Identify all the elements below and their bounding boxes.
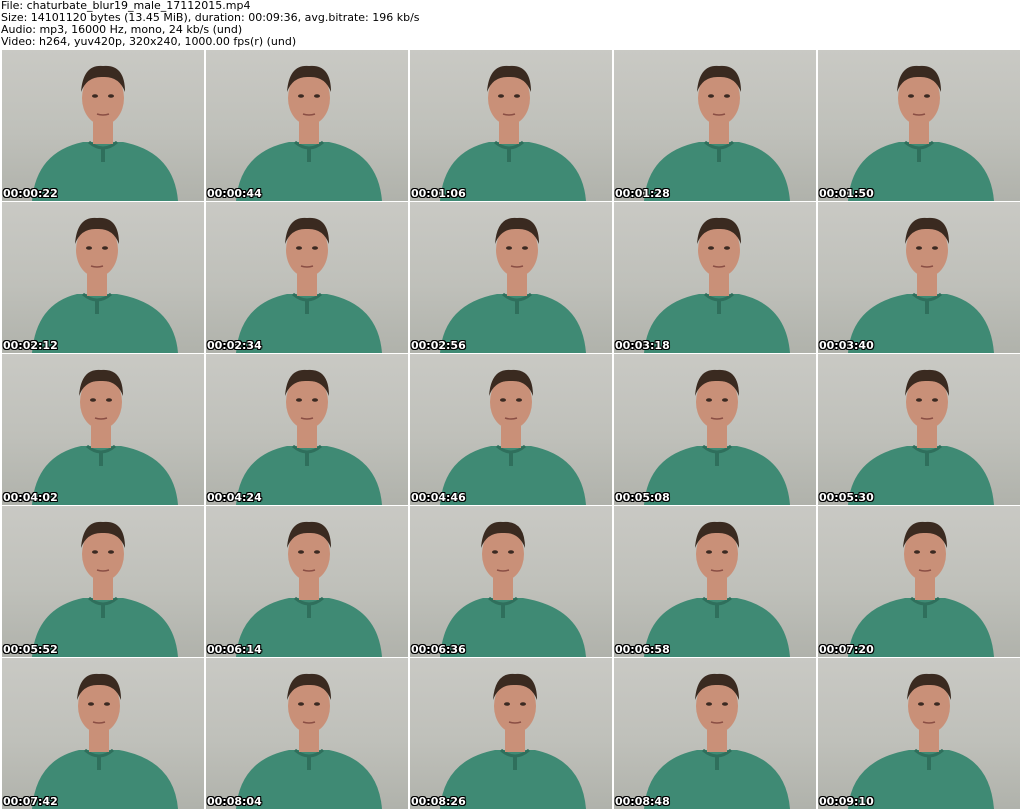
frame-image: [32, 65, 178, 201]
video-info-line: Video: h264, yuv420p, 320x240, 1000.00 f…: [1, 35, 297, 48]
file-info-header: File: chaturbate_blur19_male_17112015.mp…: [0, 0, 1024, 50]
thumbnail-timestamp: 00:01:50: [819, 187, 874, 200]
frame-image: [644, 673, 790, 809]
frame-image: [440, 65, 586, 201]
thumbnail-timestamp: 00:03:40: [819, 339, 874, 352]
video-thumbnail: 00:04:24: [206, 354, 408, 505]
video-thumbnail: 00:03:18: [614, 202, 816, 353]
frame-image: [848, 369, 994, 505]
video-thumbnail: 00:05:30: [818, 354, 1020, 505]
video-thumbnail: 00:07:20: [818, 506, 1020, 657]
thumbnail-timestamp: 00:04:24: [207, 491, 262, 504]
thumbnail-timestamp: 00:02:12: [3, 339, 58, 352]
thumbnail-timestamp: 00:07:20: [819, 643, 874, 656]
video-thumbnail: 00:00:44: [206, 50, 408, 201]
thumbnail-timestamp: 00:00:44: [207, 187, 262, 200]
frame-image: [236, 521, 382, 657]
thumbnail-timestamp: 00:09:10: [819, 795, 874, 808]
thumbnail-timestamp: 00:05:08: [615, 491, 670, 504]
video-thumbnail: 00:07:42: [2, 658, 204, 809]
thumbnail-timestamp: 00:08:04: [207, 795, 262, 808]
video-thumbnail: 00:02:56: [410, 202, 612, 353]
frame-image: [848, 217, 994, 353]
video-thumbnail: 00:01:06: [410, 50, 612, 201]
thumbnail-timestamp: 00:04:46: [411, 491, 466, 504]
thumbnail-timestamp: 00:07:42: [3, 795, 58, 808]
thumbnail-timestamp: 00:06:36: [411, 643, 466, 656]
thumbnail-timestamp: 00:01:06: [411, 187, 466, 200]
frame-image: [644, 521, 790, 657]
thumbnail-timestamp: 00:03:18: [615, 339, 670, 352]
frame-image: [440, 521, 586, 657]
thumbnail-timestamp: 00:06:14: [207, 643, 262, 656]
thumbnail-timestamp: 00:08:26: [411, 795, 466, 808]
frame-image: [644, 65, 790, 201]
video-thumbnail: 00:05:52: [2, 506, 204, 657]
frame-image: [236, 369, 382, 505]
thumbnail-timestamp: 00:06:58: [615, 643, 670, 656]
video-thumbnail: 00:06:14: [206, 506, 408, 657]
thumbnail-timestamp: 00:05:52: [3, 643, 58, 656]
video-thumbnail: 00:06:58: [614, 506, 816, 657]
frame-image: [236, 673, 382, 809]
video-thumbnail: 00:08:48: [614, 658, 816, 809]
video-thumbnail: 00:08:04: [206, 658, 408, 809]
frame-image: [236, 217, 382, 353]
frame-image: [848, 65, 994, 201]
video-thumbnail: 00:01:50: [818, 50, 1020, 201]
video-thumbnail: 00:06:36: [410, 506, 612, 657]
video-thumbnail: 00:02:12: [2, 202, 204, 353]
frame-image: [32, 521, 178, 657]
video-thumbnail: 00:02:34: [206, 202, 408, 353]
frame-image: [848, 673, 994, 809]
frame-image: [440, 673, 586, 809]
frame-image: [848, 521, 994, 657]
frame-image: [440, 217, 586, 353]
thumbnail-timestamp: 00:00:22: [3, 187, 58, 200]
frame-image: [644, 217, 790, 353]
frame-image: [440, 369, 586, 505]
thumbnail-timestamp: 00:08:48: [615, 795, 670, 808]
video-thumbnail: 00:09:10: [818, 658, 1020, 809]
frame-image: [644, 369, 790, 505]
video-thumbnail: 00:04:46: [410, 354, 612, 505]
thumbnail-timestamp: 00:02:34: [207, 339, 262, 352]
thumbnail-timestamp: 00:05:30: [819, 491, 874, 504]
video-thumbnail: 00:03:40: [818, 202, 1020, 353]
thumbnail-timestamp: 00:04:02: [3, 491, 58, 504]
video-thumbnail: 00:04:02: [2, 354, 204, 505]
frame-image: [32, 673, 178, 809]
thumbnail-timestamp: 00:01:28: [615, 187, 670, 200]
video-thumbnail: 00:08:26: [410, 658, 612, 809]
frame-image: [32, 369, 178, 505]
video-thumbnail: 00:01:28: [614, 50, 816, 201]
frame-image: [32, 217, 178, 353]
thumbnail-grid: 00:00:22 00:00:44 00:01:06 00:01:28 00:01:50…: [2, 50, 1022, 810]
video-thumbnail: 00:00:22: [2, 50, 204, 201]
frame-image: [236, 65, 382, 201]
video-thumbnail: 00:05:08: [614, 354, 816, 505]
thumbnail-timestamp: 00:02:56: [411, 339, 466, 352]
